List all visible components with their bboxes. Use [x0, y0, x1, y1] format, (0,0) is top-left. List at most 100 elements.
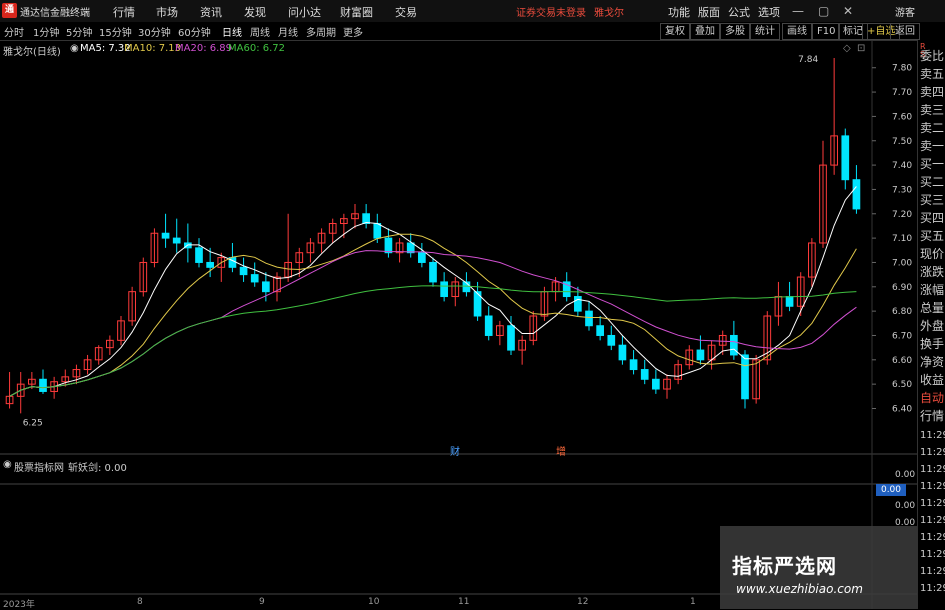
guest-label[interactable]: 游客: [895, 4, 915, 19]
panel-item-earnings: 收益: [920, 373, 945, 387]
tick-time: 11:29: [920, 481, 945, 492]
chart-grid: [0, 40, 917, 609]
panel-item-auto[interactable]: 自动: [920, 390, 945, 406]
candle-body: [239, 266, 248, 276]
date-label-sep: 9: [259, 597, 265, 607]
candle-body: [841, 135, 850, 181]
panel-item-buy2: 买二: [920, 175, 945, 189]
price-tick-label: 6.60: [892, 356, 912, 366]
candle-body: [39, 378, 47, 392]
event-mark-finance[interactable]: 财: [450, 443, 460, 458]
panel-item-net-assets: 净资: [920, 355, 945, 369]
login-status[interactable]: 证券交易未登录: [516, 4, 586, 19]
period-more[interactable]: 更多: [343, 24, 363, 39]
ma5-line: [9, 186, 857, 397]
period-15min[interactable]: 15分钟: [99, 24, 132, 39]
panel-item-buy4: 买四: [920, 211, 945, 225]
tick-time: 11:29: [920, 515, 945, 526]
panel-item-price: 现价: [920, 247, 945, 261]
price-tick-label: 7.70: [892, 88, 912, 98]
price-tick-label: 6.70: [892, 331, 912, 341]
tick-time: 11:29: [920, 583, 945, 594]
period-monthly[interactable]: 月线: [278, 24, 298, 39]
app-title: 通达信金融终端: [20, 8, 90, 19]
title-bar: 通 通达信金融终端 行情 市场 资讯 发现 问小达 财富圈 交易 证券交易未登录…: [0, 0, 945, 23]
panel-item-volume: 总量: [920, 301, 945, 315]
price-tick-label: 7.80: [892, 64, 912, 74]
panel-item-turnover: 换手: [920, 337, 945, 351]
candle-body: [852, 179, 861, 210]
tick-time: 11:29: [920, 498, 945, 509]
menu-quotes[interactable]: 行情: [113, 4, 135, 20]
draw-button[interactable]: 画线: [782, 23, 812, 40]
menu-options[interactable]: 选项: [758, 4, 780, 20]
menu-wealth[interactable]: 财富圈: [340, 4, 373, 20]
price-axis: 7.80 7.70 7.60 7.50 7.40 7.30 7.20 7.10 7.00 6.90…: [872, 64, 912, 414]
panel-item-change-pct: 涨幅: [920, 283, 945, 297]
period-30min[interactable]: 30分钟: [138, 24, 171, 39]
high-price-label: 7.84: [798, 55, 818, 65]
panel-item-quotes[interactable]: 行情: [920, 408, 945, 424]
candle-body: [384, 237, 393, 254]
back-button[interactable]: 返回: [890, 23, 920, 40]
multi-stock-button[interactable]: 多股: [720, 23, 750, 40]
close-icon[interactable]: ✕: [843, 4, 853, 18]
candle-body: [440, 281, 448, 298]
period-1min[interactable]: 1分钟: [33, 24, 59, 39]
candle-body: [373, 223, 382, 239]
stats-button[interactable]: 统计: [750, 23, 780, 40]
menu-news[interactable]: 资讯: [200, 4, 222, 20]
candle-body: [730, 334, 738, 356]
tick-time: 11:29: [920, 447, 945, 458]
adjust-button[interactable]: 复权: [660, 23, 690, 40]
date-label-year: 2023年: [3, 600, 35, 610]
period-intraday[interactable]: 分时: [4, 24, 24, 39]
sub-axis-top: 0.00: [895, 470, 916, 480]
minimize-icon[interactable]: —: [792, 4, 804, 18]
panel-item-sell3: 卖三: [920, 103, 945, 117]
date-label-dec: 12: [577, 597, 589, 607]
watermark-title: 指标严选网: [732, 554, 837, 578]
period-daily[interactable]: 日线: [222, 24, 242, 39]
menu-trade[interactable]: 交易: [395, 4, 417, 20]
candle-body: [429, 261, 437, 283]
tick-time: 11:29: [920, 549, 945, 560]
sub-settings-icon[interactable]: ◉: [3, 459, 12, 470]
price-tick-label: 7.50: [892, 137, 912, 147]
panel-item-sell2: 卖二: [920, 121, 945, 135]
candle-body: [161, 232, 170, 239]
candle-body: [785, 296, 794, 307]
overlay-button[interactable]: 叠加: [690, 23, 720, 40]
menu-layout[interactable]: 版面: [698, 4, 720, 20]
f10-button[interactable]: F10: [812, 23, 841, 40]
restore-icon[interactable]: ▢: [818, 4, 829, 18]
period-weekly[interactable]: 周线: [250, 24, 270, 39]
price-tick-label: 6.80: [892, 307, 912, 317]
price-tick-label: 7.30: [892, 185, 912, 195]
price-tick-label: 7.40: [892, 161, 912, 171]
candle-body: [262, 281, 270, 293]
kline-chart[interactable]: 7.80 7.70 7.60 7.50 7.40 7.30 7.20 7.10 7.00 6.90…: [0, 40, 917, 609]
event-mark-increase[interactable]: 增: [556, 443, 566, 458]
menu-discover[interactable]: 发现: [244, 4, 266, 20]
period-multi[interactable]: 多周期: [306, 24, 336, 39]
menu-ask[interactable]: 问小达: [288, 4, 321, 20]
price-tick-label: 6.50: [892, 380, 912, 390]
panel-item-sell4: 卖四: [920, 85, 945, 99]
period-60min[interactable]: 60分钟: [178, 24, 211, 39]
candle-body: [206, 261, 214, 268]
period-5min[interactable]: 5分钟: [66, 24, 92, 39]
menu-market[interactable]: 市场: [156, 4, 178, 20]
candle-body: [574, 296, 582, 312]
app-logo-icon: 通: [2, 3, 17, 18]
menu-function[interactable]: 功能: [668, 4, 690, 20]
quote-side-panel: R S 委比 卖五 卖四 卖三 卖二 卖一 买一 买二 买三 买四 买五 现价 …: [917, 40, 945, 609]
menu-formula[interactable]: 公式: [728, 4, 750, 20]
panel-item-change: 涨跌: [920, 265, 945, 279]
candle-body: [172, 237, 181, 244]
panel-item-buy1: 买一: [920, 157, 945, 171]
candle-body: [250, 274, 259, 283]
tick-time: 11:29: [920, 430, 945, 441]
candle-body: [741, 354, 749, 400]
panel-item-weibi: 委比: [920, 49, 945, 63]
